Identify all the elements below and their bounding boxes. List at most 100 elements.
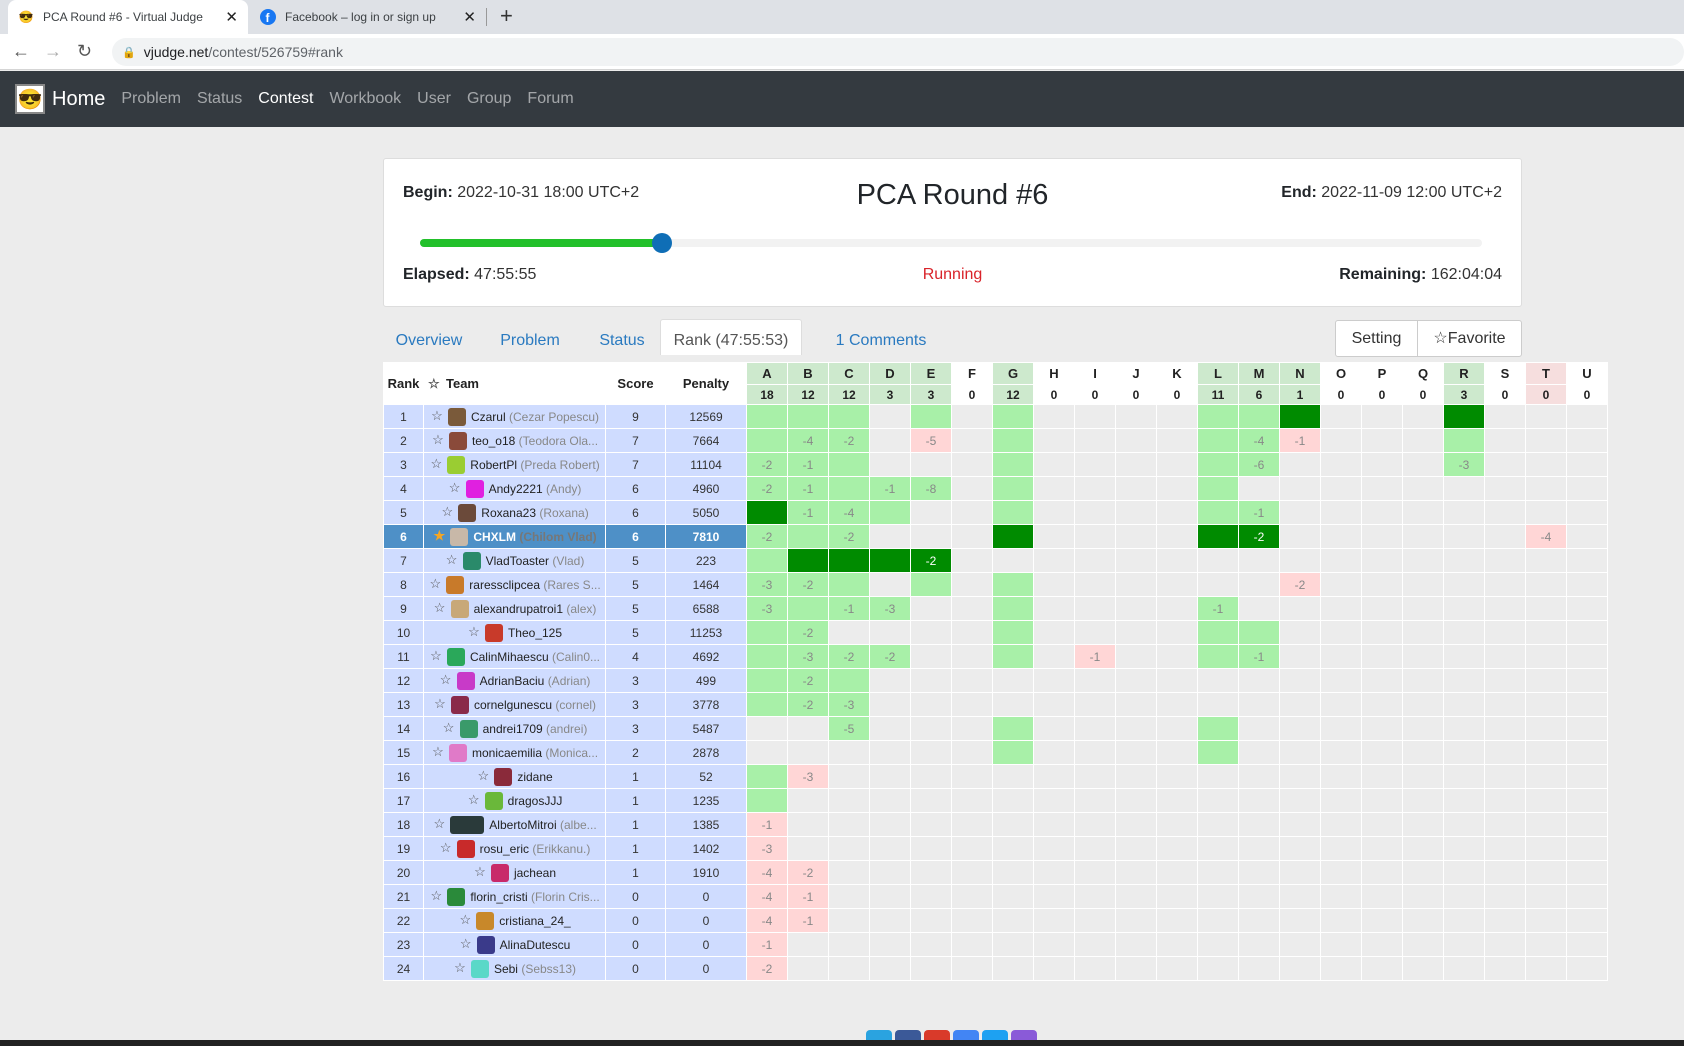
tab-overview[interactable]: Overview <box>383 319 475 355</box>
team-name[interactable]: Czarul <box>471 410 506 424</box>
star-outline-icon[interactable]: ☆ <box>439 840 453 856</box>
attempts-cell[interactable]: -2 <box>746 476 788 501</box>
team-name[interactable]: raressclipcea <box>469 578 540 592</box>
team-cell[interactable]: ☆ jachean <box>423 860 606 885</box>
team-cell[interactable]: ☆ monicaemilia (Monica... <box>423 740 606 765</box>
attempts-cell[interactable]: -2 <box>828 644 870 669</box>
accepted-cell[interactable] <box>910 404 952 429</box>
forward-icon[interactable]: → <box>44 41 62 62</box>
accepted-cell[interactable] <box>787 596 829 621</box>
accepted-cell[interactable] <box>828 668 870 693</box>
nav-contest[interactable]: Contest <box>258 90 313 108</box>
accepted-cell[interactable] <box>1197 428 1239 453</box>
team-cell[interactable]: ☆ andrei1709 (andrei) <box>423 716 606 741</box>
accepted-cell[interactable] <box>910 572 952 597</box>
url-input[interactable]: 🔒 vjudge.net/contest/526759#rank <box>112 38 1684 66</box>
first-blood-cell[interactable]: -2 <box>910 548 952 573</box>
attempts-cell[interactable]: -2 <box>828 524 870 549</box>
problem-header-m[interactable]: M <box>1238 362 1280 385</box>
problem-header-f[interactable]: F <box>951 362 993 385</box>
team-cell[interactable]: ☆ Sebi (Sebss13) <box>423 956 606 981</box>
team-name[interactable]: Sebi <box>494 962 518 976</box>
attempts-cell[interactable]: -1 <box>869 476 911 501</box>
accepted-cell[interactable] <box>992 476 1034 501</box>
star-outline-icon[interactable]: ☆ <box>429 888 443 904</box>
attempts-cell[interactable]: -3 <box>787 764 829 789</box>
tab-rank[interactable]: Rank (47:55:53) <box>660 319 802 355</box>
attempts-cell[interactable]: -4 <box>1525 524 1567 549</box>
accepted-cell[interactable] <box>1197 452 1239 477</box>
star-outline-icon[interactable]: ☆ <box>432 816 446 832</box>
nav-forum[interactable]: Forum <box>527 90 573 108</box>
accepted-cell[interactable] <box>1197 644 1239 669</box>
attempts-cell[interactable]: -3 <box>787 644 829 669</box>
attempts-cell[interactable]: -2 <box>787 668 829 693</box>
problem-header-q[interactable]: Q <box>1402 362 1444 385</box>
accepted-cell[interactable] <box>1197 740 1239 765</box>
nav-problem[interactable]: Problem <box>121 90 181 108</box>
accepted-cell[interactable] <box>746 428 788 453</box>
accepted-cell[interactable] <box>1197 404 1239 429</box>
accepted-cell[interactable] <box>992 404 1034 429</box>
attempts-cell[interactable]: -1 <box>1074 644 1116 669</box>
problem-header-o[interactable]: O <box>1320 362 1362 385</box>
attempts-cell[interactable]: -2 <box>828 428 870 453</box>
accepted-cell[interactable] <box>869 500 911 525</box>
team-name[interactable]: VladToaster <box>486 554 549 568</box>
nav-user[interactable]: User <box>417 90 451 108</box>
accepted-cell[interactable] <box>746 548 788 573</box>
team-cell[interactable]: ☆ rosu_eric (Erikkanu.) <box>423 836 606 861</box>
star-outline-icon[interactable]: ☆ <box>459 936 473 952</box>
first-blood-cell[interactable]: -2 <box>1238 524 1280 549</box>
star-outline-icon[interactable]: ☆ <box>445 552 459 568</box>
star-outline-icon[interactable]: ☆ <box>442 720 456 736</box>
setting-button[interactable]: Setting <box>1335 320 1418 357</box>
team-name[interactable]: cristiana_24_ <box>499 914 570 928</box>
team-cell[interactable]: ☆ Roxana23 (Roxana) <box>423 500 606 525</box>
attempts-cell[interactable]: -1 <box>1197 596 1239 621</box>
star-outline-icon[interactable]: ☆ <box>431 744 445 760</box>
rank-header[interactable]: Rank <box>383 362 424 405</box>
attempts-cell[interactable]: -4 <box>746 860 788 885</box>
team-name[interactable]: florin_cristi <box>470 890 527 904</box>
team-cell[interactable]: ☆ Theo_125 <box>423 620 606 645</box>
team-name[interactable]: andrei1709 <box>483 722 543 736</box>
team-cell[interactable]: ☆ alexandrupatroi1 (alex) <box>423 596 606 621</box>
favorite-button[interactable]: ☆Favorite <box>1417 320 1522 357</box>
score-header[interactable]: Score <box>605 362 666 405</box>
team-name[interactable]: jachean <box>514 866 556 880</box>
accepted-cell[interactable] <box>992 500 1034 525</box>
team-name[interactable]: cornelgunescu <box>474 698 552 712</box>
problem-header-g[interactable]: G <box>992 362 1034 385</box>
close-tab-icon[interactable]: ✕ <box>463 8 476 26</box>
penalty-header[interactable]: Penalty <box>665 362 747 405</box>
attempts-cell[interactable]: -2 <box>1279 572 1321 597</box>
attempts-cell[interactable]: -1 <box>1238 644 1280 669</box>
problem-header-c[interactable]: C <box>828 362 870 385</box>
accepted-cell[interactable] <box>746 644 788 669</box>
team-cell[interactable]: ☆ AlbertoMitroi (albe... <box>423 812 606 837</box>
team-header[interactable]: ☆ Team <box>423 362 606 405</box>
accepted-cell[interactable] <box>828 572 870 597</box>
attempts-cell[interactable]: -1 <box>828 596 870 621</box>
team-cell[interactable]: ☆ AlinaDutescu <box>423 932 606 957</box>
attempts-cell[interactable]: -3 <box>828 692 870 717</box>
attempts-cell[interactable]: -3 <box>746 836 788 861</box>
attempts-cell[interactable]: -5 <box>828 716 870 741</box>
team-cell[interactable]: ☆ VladToaster (Vlad) <box>423 548 606 573</box>
attempts-cell[interactable]: -6 <box>1238 452 1280 477</box>
attempts-cell[interactable]: -1 <box>787 884 829 909</box>
team-cell[interactable]: ☆ CalinMihaescu (Calin0... <box>423 644 606 669</box>
problem-header-h[interactable]: H <box>1033 362 1075 385</box>
attempts-cell[interactable]: -1 <box>746 932 788 957</box>
accepted-cell[interactable] <box>992 620 1034 645</box>
accepted-cell[interactable] <box>992 596 1034 621</box>
accepted-cell[interactable] <box>828 476 870 501</box>
attempts-cell[interactable]: -2 <box>746 452 788 477</box>
accepted-cell[interactable] <box>1197 476 1239 501</box>
problem-header-r[interactable]: R <box>1443 362 1485 385</box>
team-name[interactable]: CalinMihaescu <box>470 650 549 664</box>
attempts-cell[interactable]: -4 <box>1238 428 1280 453</box>
attempts-cell[interactable]: -1 <box>746 812 788 837</box>
problem-header-t[interactable]: T <box>1525 362 1567 385</box>
